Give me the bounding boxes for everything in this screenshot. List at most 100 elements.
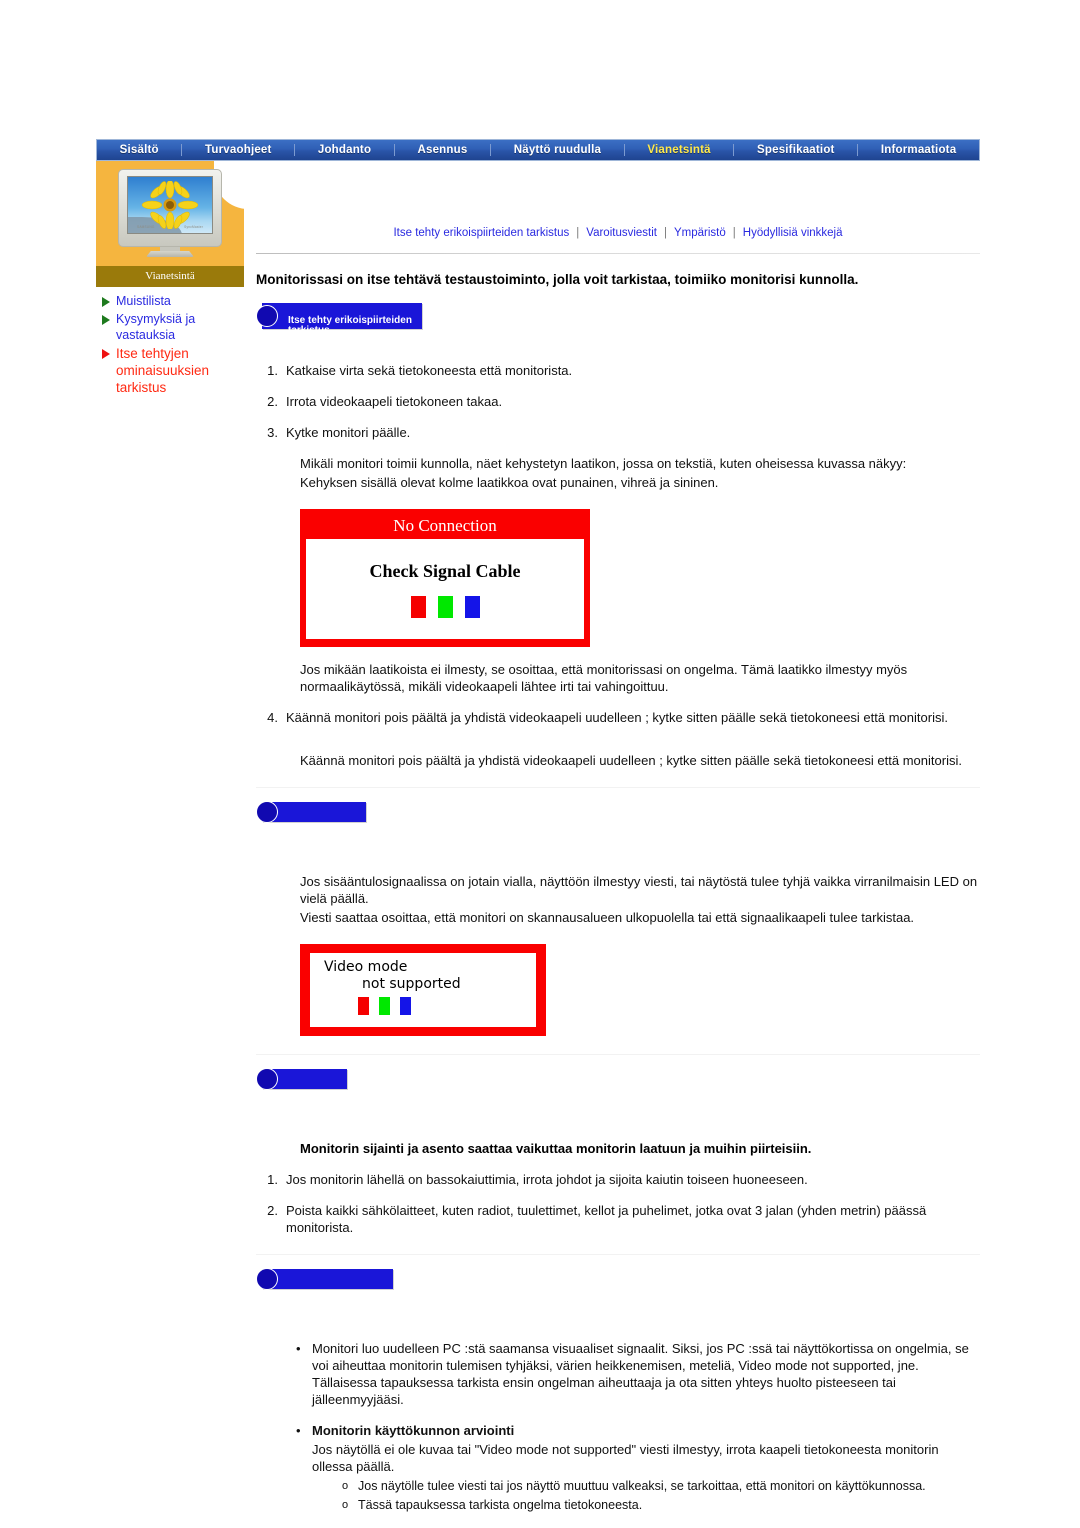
- swatch-red: [358, 997, 369, 1015]
- paragraph-warnings-2: Viesti saattaa osoittaa, että monitori o…: [300, 910, 915, 925]
- triangle-bullet-icon: [102, 315, 110, 325]
- sub-bullet-text: Jos näytölle tulee viesti tai jos näyttö…: [358, 1479, 926, 1493]
- nav-item-informaatiota[interactable]: Informaatiota: [858, 144, 979, 156]
- triangle-bullet-icon: [102, 297, 110, 307]
- nav-item-turvaohjeet[interactable]: Turvaohjeet: [182, 144, 294, 156]
- subnav-link-varoitusviestit[interactable]: Varoitusviestit: [586, 227, 657, 239]
- sidebar-link-list: Muistilista Kysymyksiä ja vastauksia Its…: [96, 287, 244, 396]
- section-badge-useful-tips: Hyödyllisiä vinkkejä: [262, 1269, 394, 1304]
- list-item: 3. Kytke monitori päälle.: [256, 424, 980, 441]
- step-number: 1.: [267, 363, 278, 378]
- sidebar-monitor-illustration: SAMSUNG SyncMaster: [96, 161, 244, 266]
- monitor-screen: SAMSUNG SyncMaster: [127, 176, 213, 234]
- paragraph-tips-body: Jos näytöllä ei ole kuvaa tai "Video mod…: [312, 1442, 939, 1474]
- sub-bullet-text: Tässä tapauksessa tarkista ongelma tieto…: [358, 1498, 643, 1512]
- sidebar-item-kysymyksia-ja-vastauksia[interactable]: Kysymyksiä ja vastauksia: [100, 311, 244, 343]
- page-lead-text: Monitorissasi on itse tehtävä testaustoi…: [256, 272, 859, 287]
- osd-message-line2: not supported: [362, 976, 461, 992]
- osd-video-mode-box: Video mode not supported: [300, 944, 546, 1036]
- step-text: Kytke monitori päälle.: [286, 425, 411, 440]
- sub-navigation: Itse tehty erikoispiirteiden tarkistus | V…: [256, 161, 980, 239]
- step-number: 2.: [267, 394, 278, 409]
- swatch-blue: [464, 596, 480, 618]
- monitor-base: [146, 251, 194, 257]
- osd-inner-panel: Video mode not supported: [310, 953, 536, 1027]
- subnav-separator: |: [576, 227, 580, 239]
- osd-no-connection-box: No Connection Check Signal Cable: [300, 509, 590, 647]
- swatch-red: [410, 596, 426, 618]
- sub-bullet-icon: o: [342, 1480, 349, 1492]
- list-item: 1. Jos monitorin lähellä on bassokaiutti…: [256, 1171, 980, 1188]
- sub-bullet-icon: o: [342, 1499, 349, 1511]
- list-item: o Tässä tapauksessa tarkista ongelma tie…: [256, 1497, 980, 1513]
- section-badge-self-test: Itse tehty erikoispiirteiden tarkistus: [262, 303, 422, 336]
- step-number: 4.: [267, 710, 278, 725]
- subnav-link-itse-tehty[interactable]: Itse tehty erikoispiirteiden tarkistus: [393, 227, 569, 239]
- sidebar-item-label: Kysymyksiä ja vastauksia: [116, 312, 196, 342]
- divider-section-1: [256, 787, 980, 788]
- page-root: Sisältö Turvaohjeet Johdanto Asennus Näy…: [0, 0, 1080, 1528]
- bullet-text-bold: Monitorin käyttökunnon arviointi: [312, 1423, 515, 1438]
- subnav-separator: |: [732, 227, 736, 239]
- section-badge-label: Itse tehty erikoispiirteiden tarkistus: [288, 315, 412, 336]
- osd-color-swatches: [324, 997, 536, 1015]
- osd-title: No Connection: [393, 516, 497, 535]
- paragraph-self-test-2: Kehyksen sisällä olevat kolme laatikkoa …: [300, 475, 719, 490]
- list-item: 4. Käännä monitori pois päältä ja yhdist…: [256, 709, 980, 726]
- paragraph-warnings-1: Jos sisääntulosignaalissa on jotain vial…: [300, 874, 978, 906]
- list-item: • Monitorin käyttökunnon arviointi: [256, 1422, 980, 1439]
- subnav-link-ymparisto[interactable]: Ympäristö: [674, 227, 726, 239]
- list-item: 2. Irrota videokaapeli tietokoneen takaa…: [256, 393, 980, 410]
- sidebar: SAMSUNG SyncMaster Vianetsintä Muistilis…: [96, 161, 244, 398]
- sidebar-section-caption: Vianetsintä: [96, 266, 244, 287]
- top-navigation-bar: Sisältö Turvaohjeet Johdanto Asennus Näy…: [96, 139, 980, 161]
- section-badge-label: Varoitusviestit: [288, 826, 357, 837]
- nav-item-johdanto[interactable]: Johdanto: [295, 144, 394, 156]
- subnav-link-hyodyllisia-vinkkeja[interactable]: Hyödyllisiä vinkkejä: [743, 227, 843, 239]
- step-text: Irrota videokaapeli tietokoneen takaa.: [286, 394, 503, 409]
- list-item: 1. Katkaise virta sekä tietokoneesta ett…: [256, 362, 980, 379]
- subnav-separator: |: [664, 227, 667, 239]
- bullet-icon: •: [296, 1423, 301, 1438]
- swatch-green: [379, 997, 390, 1015]
- paragraph-self-test-3: Jos mikään laatikoista ei ilmesty, se os…: [300, 662, 908, 694]
- paragraph-self-test-4: Käännä monitori pois päältä ja yhdistä v…: [300, 753, 962, 768]
- list-item: o Jos näytölle tulee viesti tai jos näyt…: [256, 1478, 980, 1494]
- step-number: 2.: [267, 1203, 278, 1218]
- nav-item-vianetsinta[interactable]: Vianetsintä: [625, 144, 734, 156]
- bullet-icon: •: [296, 1341, 301, 1356]
- sidebar-item-muistilista[interactable]: Muistilista: [100, 293, 244, 309]
- list-item: 2. Poista kaikki sähkölaitteet, kuten ra…: [256, 1202, 980, 1236]
- divider-top: [256, 253, 980, 255]
- sidebar-item-label: Itse tehtyjen ominaisuuksien tarkistus: [116, 346, 210, 395]
- section-badge-label: Ympäristö: [288, 1093, 337, 1104]
- nav-item-asennus[interactable]: Asennus: [395, 144, 490, 156]
- monitor-bezel: SAMSUNG SyncMaster: [118, 169, 222, 247]
- nav-item-spesifikaatiot[interactable]: Spesifikaatiot: [734, 144, 857, 156]
- section-badge-warning-messages: Varoitusviestit: [262, 802, 367, 837]
- sunflower-icon: [141, 181, 199, 229]
- osd-message: Check Signal Cable: [369, 561, 521, 581]
- nav-item-naytto-ruudulla[interactable]: Näyttö ruudulla: [491, 144, 624, 156]
- step-text: Katkaise virta sekä tietokoneesta että m…: [286, 363, 573, 378]
- triangle-bullet-active-icon: [102, 349, 110, 359]
- paragraph-self-test-1: Mikäli monitori toimii kunnolla, näet ke…: [300, 456, 907, 471]
- swatch-green: [437, 596, 453, 618]
- osd-inner-panel: Check Signal Cable: [306, 539, 584, 639]
- bullet-text: Monitori luo uudelleen PC :stä saamansa …: [312, 1341, 969, 1407]
- environment-subheading: Monitorin sijainti ja asento saattaa vai…: [300, 1141, 812, 1156]
- step-text: Jos monitorin lähellä on bassokaiuttimia…: [286, 1172, 808, 1187]
- swatch-blue: [400, 997, 411, 1015]
- sidebar-item-itse-tehtyjen-ominaisuuksien-tarkistus[interactable]: Itse tehtyjen ominaisuuksien tarkistus: [100, 345, 244, 396]
- section-badge-environment: Ympäristö: [262, 1069, 347, 1104]
- list-item: • Monitori luo uudelleen PC :stä saamans…: [256, 1340, 980, 1408]
- step-text: Poista kaikki sähkölaitteet, kuten radio…: [286, 1203, 927, 1235]
- nav-item-sisalto[interactable]: Sisältö: [97, 144, 181, 156]
- monitor-brand-left: SAMSUNG: [137, 225, 155, 229]
- step-text: Käännä monitori pois päältä ja yhdistä v…: [286, 710, 948, 725]
- divider-section-2: [256, 1054, 980, 1055]
- monitor-brand-right: SyncMaster: [184, 225, 203, 229]
- divider-section-3: [256, 1254, 980, 1255]
- osd-color-swatches: [306, 596, 584, 618]
- monitor-graphic: SAMSUNG SyncMaster: [118, 169, 222, 257]
